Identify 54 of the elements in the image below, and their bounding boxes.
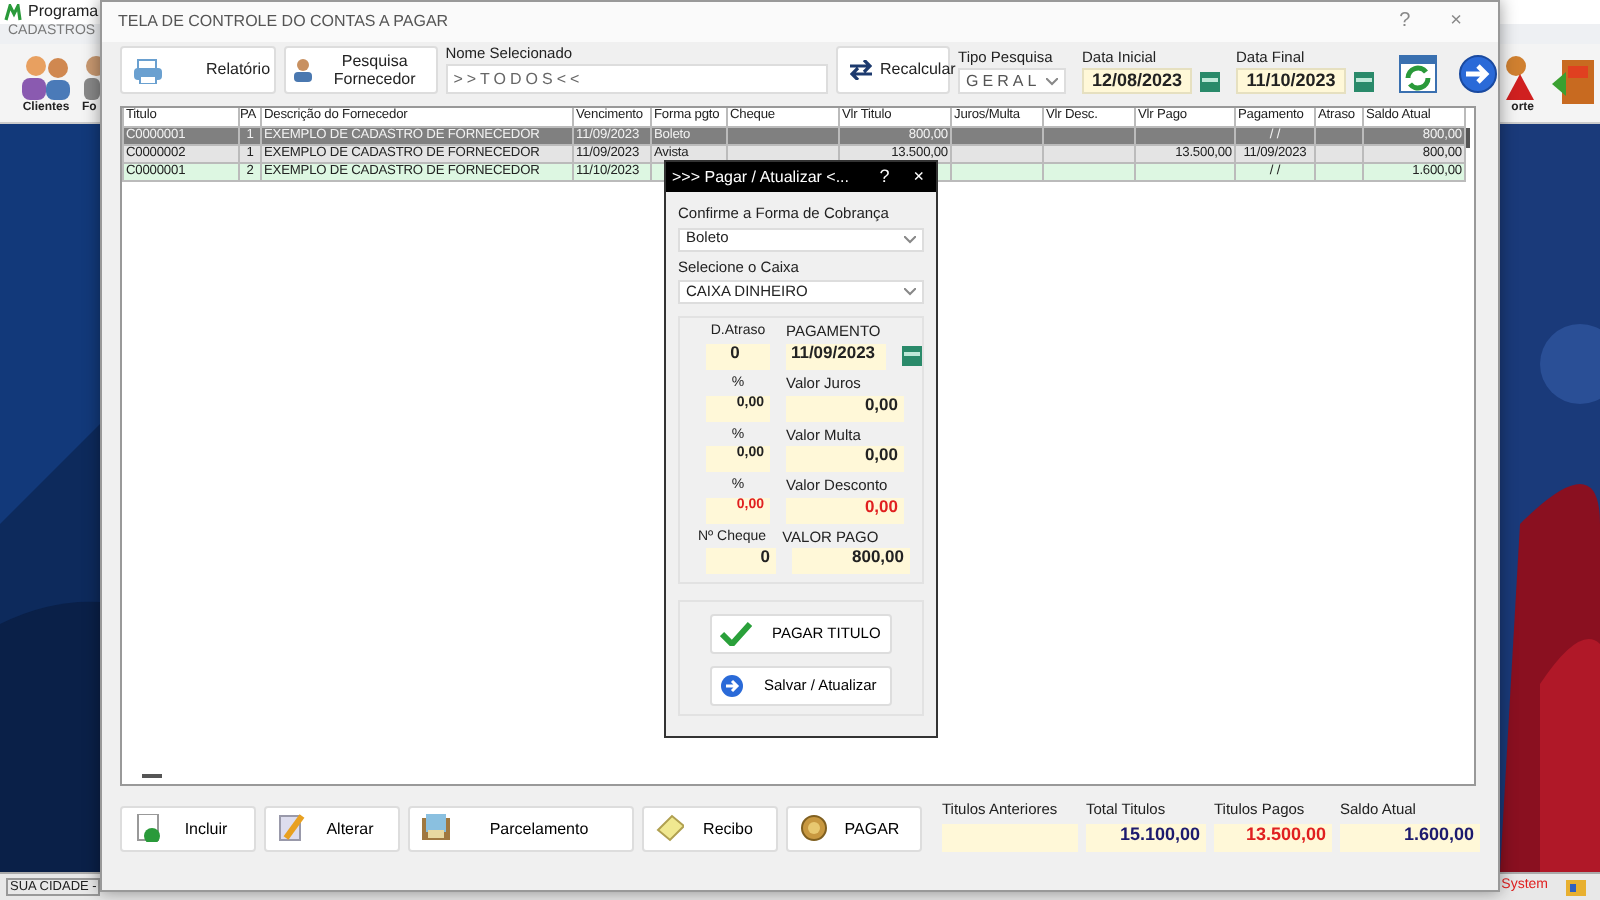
arrow-circle-icon[interactable] [1458,54,1498,94]
add-button[interactable]: Incluir [120,805,256,852]
close-button[interactable]: × [1430,10,1482,34]
pencil-paper-icon [278,814,306,843]
exit-icon[interactable] [1550,56,1598,108]
total-field: 15.100,00 [1086,823,1206,852]
app-title: Programa [28,2,99,22]
swap-arrows-icon [850,60,873,80]
total-field: 1.600,00 [1340,823,1480,852]
total-field: 13.500,00 [1214,823,1332,852]
field-value[interactable]: 0,00 [786,497,904,524]
ledger-icon [422,814,450,843]
person-icon [292,58,314,82]
installments-button[interactable]: Parcelamento [408,805,634,852]
tray-icon[interactable] [1564,877,1588,897]
field-value[interactable]: 0,00 [786,395,904,421]
scroll-thumb[interactable] [1466,128,1470,148]
edit-button[interactable]: Alterar [264,805,400,852]
supplier-search-button[interactable]: Pesquisa Fornecedor [284,46,438,94]
person-warning-icon[interactable] [1506,54,1534,102]
arrow-circle-icon [720,674,744,699]
field-value[interactable]: 0 [706,343,770,370]
people-icon[interactable] [18,54,74,102]
recalculate-button[interactable]: Recalcular [836,46,951,94]
person-icon[interactable] [82,54,100,102]
date-field[interactable]: 12/08/2023 [1082,68,1192,94]
scroll-thumb[interactable] [142,774,162,778]
chevron-icon [1046,77,1058,85]
refresh-window-icon[interactable] [1398,54,1438,94]
search-type-select[interactable]: GERAL [958,68,1066,94]
date-field[interactable]: 11/10/2023 [1236,68,1346,94]
coins-icon [800,814,828,843]
date-field[interactable]: 11/09/2023 [786,343,886,370]
window-title: TELA DE CONTROLE DO CONTAS A PAGAR [118,12,449,32]
calendar-icon[interactable] [1354,71,1374,91]
chevron-icon [904,235,916,244]
name-field[interactable]: >>TODOS<< [445,64,829,94]
field-value[interactable]: 0 [706,548,776,575]
help-button[interactable]: ? [867,166,902,188]
dialog-title: >>> Pagar / Atualizar <... [672,167,851,187]
receipt-button[interactable]: Recibo [642,805,778,852]
field-value[interactable]: 800,00 [792,548,910,575]
calendar-icon[interactable] [1200,71,1220,91]
close-button[interactable]: × [901,166,936,188]
field-value[interactable]: 0,00 [786,446,904,473]
document-add-icon [134,814,162,843]
report-button[interactable]: Relatório [120,46,276,94]
pay-button[interactable]: PAGAR [786,805,922,852]
printer-icon [134,57,162,83]
calendar-icon[interactable] [902,346,922,367]
check-icon [720,622,752,647]
app-logo-icon [4,3,22,21]
chevron-icon [904,288,916,297]
receipt-icon [656,814,684,843]
